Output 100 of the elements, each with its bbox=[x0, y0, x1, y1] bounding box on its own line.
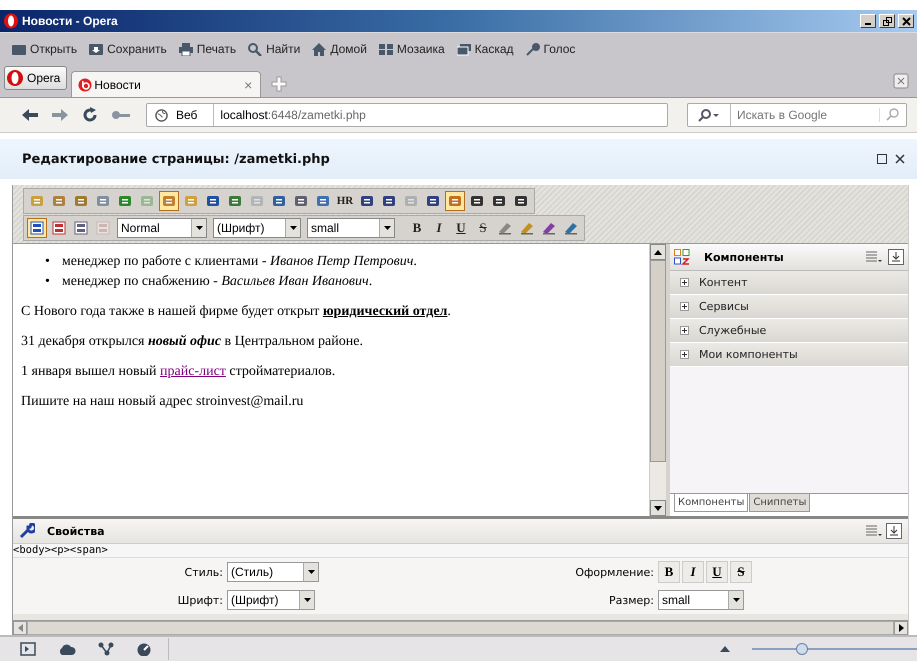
view-mode-icon bbox=[52, 221, 66, 235]
component-group[interactable]: Служебные bbox=[670, 319, 908, 343]
tool-icon bbox=[250, 194, 264, 208]
close-button[interactable] bbox=[898, 14, 914, 28]
restore-button[interactable] bbox=[879, 14, 895, 28]
menu-icon[interactable] bbox=[866, 525, 882, 537]
dropdown-arrow-icon bbox=[308, 570, 314, 574]
minimize-button[interactable] bbox=[860, 14, 876, 28]
tool-icon bbox=[470, 194, 484, 208]
toolbar-button[interactable]: Каскад bbox=[452, 42, 520, 56]
format-dropdown[interactable]: Normal bbox=[117, 218, 207, 238]
style-dropdown[interactable]: (Стиль) bbox=[227, 562, 319, 582]
browser-tab[interactable]: Новости × bbox=[71, 71, 262, 97]
dropdown-arrow-icon bbox=[384, 226, 390, 230]
zoom-slider[interactable] bbox=[752, 642, 917, 656]
horizontal-scrollbar[interactable] bbox=[13, 620, 908, 635]
site-logo-icon bbox=[78, 78, 92, 92]
speedometer-icon[interactable] bbox=[136, 642, 152, 656]
link[interactable]: прайс-лист bbox=[160, 364, 226, 379]
maximize-icon[interactable] bbox=[877, 154, 887, 164]
toolbar-button[interactable]: Найти bbox=[244, 42, 306, 56]
tool-icon bbox=[448, 194, 462, 208]
download-icon[interactable] bbox=[888, 249, 904, 265]
restore-icon bbox=[882, 16, 892, 26]
editor-tool-button[interactable]: S bbox=[473, 218, 493, 238]
editor-tool-button[interactable]: U bbox=[451, 218, 471, 238]
component-group[interactable]: Сервисы bbox=[670, 295, 908, 319]
home-icon bbox=[312, 42, 326, 56]
font-dropdown[interactable]: (Шрифт) bbox=[227, 590, 315, 610]
dropdown-arrow-icon bbox=[290, 226, 296, 230]
view-mode-icon bbox=[74, 221, 88, 235]
close-icon[interactable] bbox=[895, 154, 905, 164]
globe-icon bbox=[155, 108, 168, 122]
toolbar-button[interactable]: Сохранить bbox=[85, 42, 173, 56]
editor-tool-button[interactable]: HR bbox=[335, 191, 355, 211]
key-icon[interactable] bbox=[112, 110, 130, 120]
toolbar-button[interactable]: Открыть bbox=[8, 42, 84, 56]
menu-icon[interactable] bbox=[866, 251, 882, 263]
bullet: • bbox=[45, 273, 50, 291]
wrench-icon bbox=[19, 523, 35, 539]
panel-tab[interactable]: Компоненты bbox=[674, 494, 748, 512]
paragraph: 31 декабря открылся новый офис в Центральном районе. bbox=[21, 333, 364, 351]
network-icon[interactable] bbox=[98, 642, 114, 656]
address-field[interactable]: Веб localhost:6448/zametki.php bbox=[146, 103, 668, 127]
component-group[interactable]: Контент bbox=[670, 271, 908, 295]
toolbar-button[interactable]: Голос bbox=[522, 42, 582, 56]
editor-tool-button[interactable]: I bbox=[429, 218, 449, 238]
back-icon[interactable] bbox=[22, 108, 38, 122]
format-button[interactable]: I bbox=[682, 561, 704, 583]
new-tab-icon[interactable] bbox=[271, 76, 288, 92]
tool-icon bbox=[118, 194, 132, 208]
panel-toggle-icon[interactable] bbox=[20, 642, 36, 656]
size-dropdown[interactable]: small bbox=[658, 590, 744, 610]
scroll-down-icon bbox=[654, 506, 662, 510]
forward-icon[interactable] bbox=[52, 108, 68, 122]
opera-logo-icon bbox=[7, 70, 23, 86]
pen-icon bbox=[541, 221, 557, 235]
list-item: менеджер по работе с клиентами - Иванов Петр Петрович. bbox=[62, 253, 417, 271]
cloud-icon[interactable] bbox=[58, 643, 76, 655]
expand-icon bbox=[680, 350, 689, 359]
opera-menu-button[interactable]: Opera bbox=[4, 66, 68, 90]
printer-icon bbox=[178, 42, 193, 56]
component-group[interactable]: Мои компоненты bbox=[670, 343, 908, 367]
toolbar-button[interactable]: Домой bbox=[308, 42, 373, 56]
scroll-right-icon bbox=[898, 624, 904, 632]
reload-icon[interactable] bbox=[82, 107, 98, 123]
tab-label: Новости bbox=[94, 78, 141, 92]
slider-thumb[interactable] bbox=[796, 643, 808, 655]
tab-close-button[interactable]: × bbox=[244, 76, 252, 92]
bullet: • bbox=[45, 253, 50, 271]
editor-tool-button[interactable]: B bbox=[407, 218, 427, 238]
format-dropdown[interactable]: (Шрифт) bbox=[213, 218, 301, 238]
paragraph: Пишите на наш новый адрес stroinvest@mail.ru bbox=[21, 393, 304, 411]
format-dropdown[interactable]: small bbox=[307, 218, 395, 238]
editor-tool-button[interactable] bbox=[27, 218, 47, 238]
search-field[interactable]: Искать в Google bbox=[687, 103, 907, 127]
web-label: Веб bbox=[176, 108, 198, 122]
format-button[interactable]: U bbox=[706, 561, 728, 583]
trash-icon[interactable] bbox=[893, 73, 909, 89]
paragraph: 1 января вышел новый прайс-лист стройматериалов. bbox=[21, 363, 336, 381]
toolbar-button[interactable]: Печать bbox=[174, 42, 242, 56]
format-button[interactable]: S bbox=[730, 561, 752, 583]
view-mode-icon bbox=[96, 221, 110, 235]
minimize-icon bbox=[865, 23, 871, 25]
tool-icon bbox=[382, 194, 396, 208]
tool-icon bbox=[30, 194, 44, 208]
tool-icon bbox=[294, 194, 308, 208]
search-icon bbox=[698, 108, 720, 122]
format-button[interactable]: B bbox=[658, 561, 680, 583]
tool-icon bbox=[272, 194, 286, 208]
tool-icon bbox=[228, 194, 242, 208]
tool-icon bbox=[140, 194, 154, 208]
tool-icon bbox=[184, 194, 198, 208]
caret-up-icon[interactable] bbox=[720, 646, 730, 652]
vertical-scrollbar[interactable] bbox=[649, 244, 666, 516]
panel-tab[interactable]: Сниппеты bbox=[749, 494, 810, 512]
page-title: Редактирование страницы: /zametki.php bbox=[22, 152, 330, 166]
toolbar-button[interactable]: Мозаика bbox=[374, 42, 451, 56]
download-icon[interactable] bbox=[886, 523, 902, 539]
field-label: Размер: bbox=[609, 594, 654, 606]
